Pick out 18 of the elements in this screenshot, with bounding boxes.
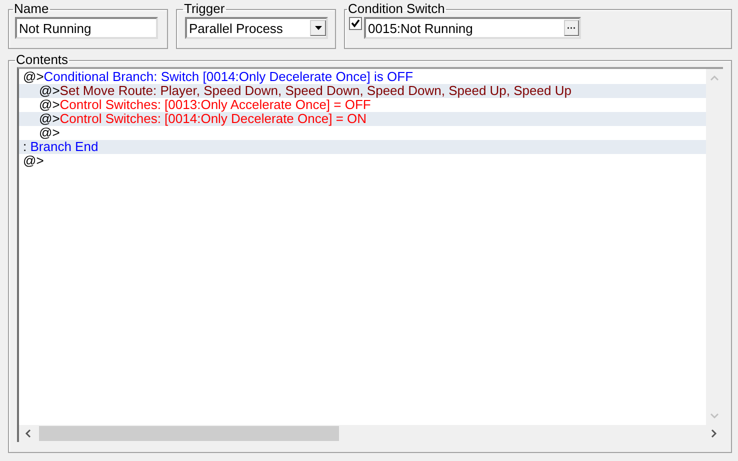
scroll-down-icon[interactable]: [710, 413, 719, 419]
group-label: Condition Switch: [347, 2, 446, 16]
command-line[interactable]: @>: [19, 126, 706, 140]
command-line[interactable]: @>Conditional Branch: Switch [0014:Only Decelerate Once] is OFF: [19, 70, 706, 84]
switch-field[interactable]: 0015:Not Running ···: [364, 17, 581, 39]
scroll-right-icon[interactable]: [711, 429, 717, 438]
scrollbar-thumb[interactable]: [39, 426, 339, 441]
scroll-up-icon[interactable]: [710, 75, 719, 81]
name-field[interactable]: Not Running: [15, 17, 158, 39]
group-label: Name: [13, 2, 50, 16]
command-line[interactable]: @>: [19, 154, 706, 168]
group-label: Trigger: [183, 2, 226, 16]
scroll-left-icon[interactable]: [25, 429, 31, 438]
command-line[interactable]: @>Control Switches: [0013:Only Accelerate Once] = OFF: [19, 98, 706, 112]
group-label: Contents: [15, 53, 70, 67]
checkbox[interactable]: [349, 17, 362, 30]
trigger-dropdown[interactable]: Parallel Process: [185, 17, 328, 39]
browse-button[interactable]: ···: [564, 20, 579, 36]
